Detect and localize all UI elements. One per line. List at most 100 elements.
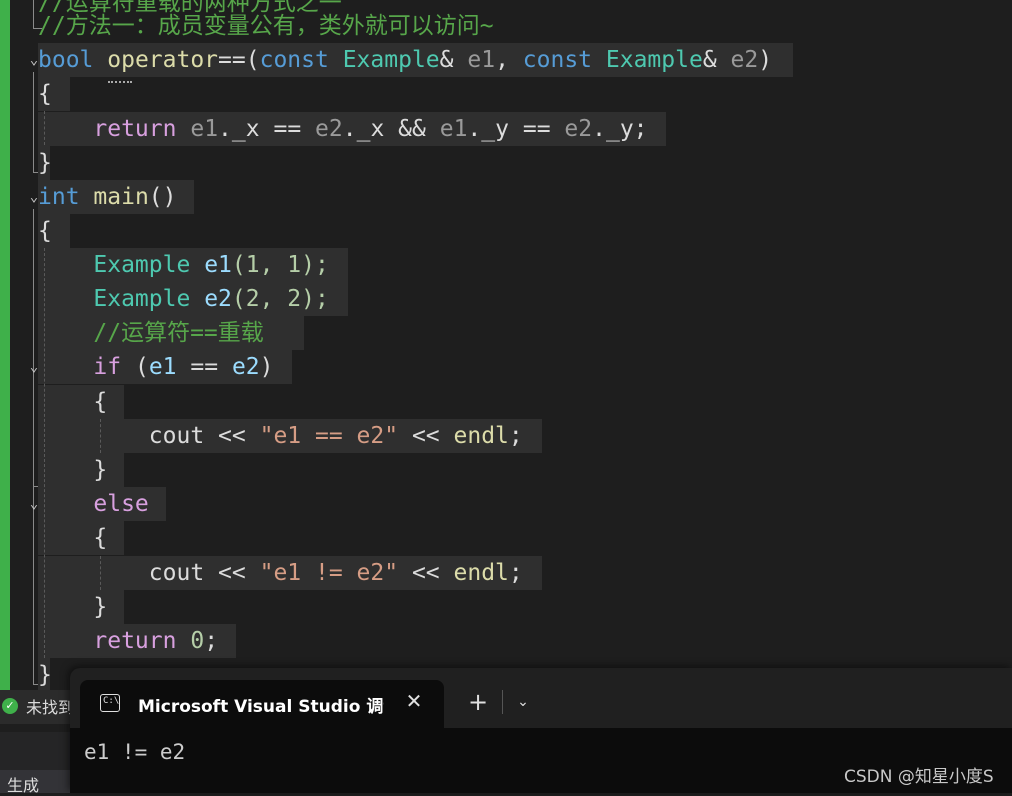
code-line-brace-open[interactable]: { (38, 385, 107, 419)
dot: . (467, 116, 482, 142)
param-e1: e1 (190, 116, 219, 142)
semicolon: ; (508, 423, 523, 449)
code-comment: //运算符==重载 (93, 320, 264, 346)
member-y: _y (481, 116, 509, 142)
watermark: CSDN @知星小度S (844, 767, 994, 787)
semicolon: ; (633, 116, 648, 142)
operator-eq: == (522, 116, 551, 142)
comma: , (495, 47, 509, 73)
identifier-cout: cout (148, 560, 205, 586)
brace-open: { (93, 389, 108, 415)
param-e2: e2 (730, 47, 759, 73)
code-line-comment-method[interactable]: //方法一：成员变量公有，类外就可以访问~ (38, 9, 494, 43)
change-tracking-bar (0, 0, 10, 690)
number-zero: 0 (190, 628, 205, 654)
code-line-brace-close[interactable]: } (38, 453, 107, 487)
dot: . (218, 116, 232, 142)
brace-open: { (38, 81, 52, 107)
member-y: _y (605, 116, 634, 142)
type-example: Example (342, 47, 440, 73)
check-circle-icon: ✓ (2, 698, 18, 714)
semicolon: ; (508, 560, 523, 586)
identifier-cout: cout (148, 423, 205, 449)
chevron-down-icon[interactable]: ⌄ (511, 690, 535, 714)
member-x: _x (356, 116, 385, 142)
operator-eq: == (273, 116, 302, 142)
operator-and: && (398, 116, 426, 142)
terminal-tab[interactable]: C:\ Microsoft Visual Studio 调试控制台 ✕ (80, 680, 444, 728)
identifier-endl: endl (453, 560, 509, 586)
param-e2: e2 (315, 116, 343, 142)
keyword-if: if (93, 354, 122, 380)
operator-eq: == (190, 354, 219, 380)
brace-close: } (38, 150, 52, 176)
func-name-operator: operator (107, 47, 219, 73)
paren-open: ( (134, 354, 149, 380)
fold-line (33, 72, 34, 172)
code-line-brace-close[interactable]: } (38, 658, 52, 690)
keyword-bool: bool (38, 47, 94, 73)
keyword-return: return (93, 116, 177, 142)
keyword-int: int (38, 184, 80, 210)
code-editor[interactable]: ⌄ ⌄ ⌄ ⌄ //运算符重载的两种方式之一 //方法一：成员变量公有，类外就可… (0, 0, 1012, 690)
code-line-brace-close[interactable]: } (38, 590, 107, 624)
code-line-return-compare[interactable]: return e1._x == e2._x && e1._y == e2._y; (38, 112, 648, 146)
keyword-const: const (522, 47, 593, 73)
code-line-else[interactable]: else (38, 487, 149, 521)
string-literal: "e1 != e2" (259, 560, 399, 586)
paren-open: ( (245, 47, 260, 73)
param-e2: e2 (564, 116, 593, 142)
param-e1: e1 (439, 116, 468, 142)
code-line-return-zero[interactable]: return 0; (38, 624, 218, 658)
keyword-const: const (259, 47, 329, 73)
param-e1: e1 (467, 47, 496, 73)
identifier-endl: endl (453, 423, 509, 449)
close-icon[interactable]: ✕ (402, 689, 426, 713)
brace-open: { (38, 218, 52, 244)
code-line-cout-equal[interactable]: cout << "e1 == e2" << endl; (38, 419, 523, 453)
code-line-cout-not-equal[interactable]: cout << "e1 != e2" << endl; (38, 556, 523, 590)
titlebar-divider (502, 690, 503, 714)
brace-close: } (38, 662, 52, 688)
ampersand: & (702, 47, 717, 73)
keyword-else: else (93, 491, 149, 517)
semicolon: ; (204, 628, 219, 654)
console-output: e1 != e2 (84, 740, 186, 764)
code-line-comment-overload[interactable]: //运算符==重载 (38, 316, 264, 350)
ampersand: & (439, 47, 454, 73)
code-line-decl-e2[interactable]: Example e2(2, 2); (38, 282, 328, 316)
parens: () (148, 184, 177, 210)
new-tab-plus-icon[interactable]: + (464, 688, 492, 716)
code-line-brace-close[interactable]: } (38, 146, 52, 180)
func-name-main: main (93, 184, 149, 210)
type-example: Example (605, 47, 703, 73)
brace-close: } (93, 457, 108, 483)
code-line-brace-open[interactable]: { (38, 77, 52, 111)
brace-open: { (93, 525, 108, 551)
code-line-brace-open[interactable]: { (38, 214, 52, 248)
ctor-args: (1, 1); (231, 252, 329, 278)
var-e1: e1 (148, 354, 177, 380)
fold-line (33, 209, 34, 684)
code-line-operator-signature[interactable]: bool operator==(const Example& e1, const… (38, 43, 772, 77)
terminal-tab-title: Microsoft Visual Studio 调试控制台 (138, 697, 384, 717)
output-tab-label: 生成 (7, 776, 40, 795)
var-e1: e1 (204, 252, 232, 278)
code-line-if[interactable]: if (e1 == e2) (38, 350, 274, 384)
operator-shl: << (411, 423, 440, 449)
member-x: _x (231, 116, 260, 142)
type-example: Example (93, 252, 191, 278)
console-icon: C:\ (100, 694, 120, 712)
code-comment: //方法一：成员变量公有，类外就可以访问~ (38, 13, 494, 39)
code-line-decl-e1[interactable]: Example e1(1, 1); (38, 248, 329, 282)
paren-close: ) (758, 47, 773, 73)
code-line-main-signature[interactable]: int main() (38, 180, 177, 214)
code-line-brace-open[interactable]: { (38, 521, 107, 555)
keyword-return: return (93, 628, 177, 654)
brace-close: } (93, 594, 108, 620)
fold-margin: ⌄ ⌄ ⌄ ⌄ (10, 0, 42, 690)
operator-symbol: == (218, 47, 246, 73)
operator-shl: << (411, 560, 440, 586)
string-literal: "e1 == e2" (259, 423, 399, 449)
paren-close: ) (259, 354, 274, 380)
